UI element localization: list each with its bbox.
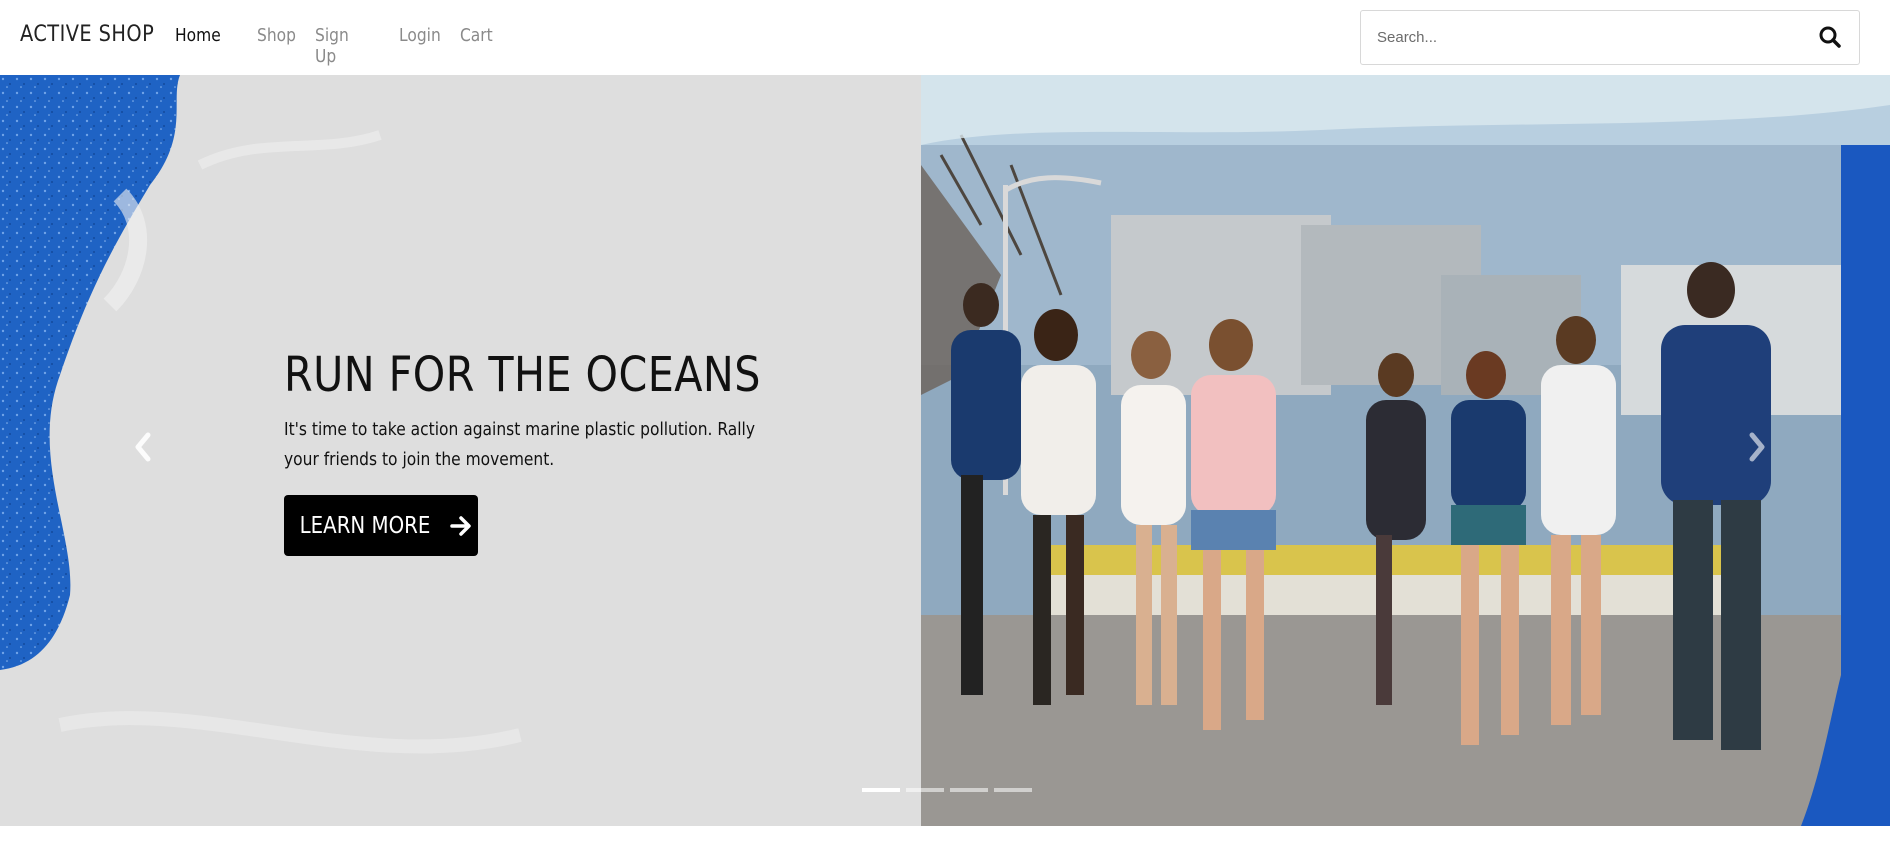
carousel-next-button[interactable]	[1742, 427, 1772, 467]
chevron-right-icon	[1749, 432, 1765, 462]
nav-link-login[interactable]: Login	[399, 25, 441, 67]
hero-carousel: RUN FOR THE OCEANS It's time to take act…	[0, 75, 1890, 826]
learn-more-label: LEARN MORE	[299, 512, 431, 539]
hero-title: RUN FOR THE OCEANS	[284, 347, 761, 403]
nav-link-sign-up[interactable]: Sign Up	[315, 25, 370, 67]
carousel-indicator-1[interactable]	[862, 788, 900, 792]
search-box	[1360, 10, 1860, 65]
nav-link-cart[interactable]: Cart	[460, 25, 493, 67]
brand-logo[interactable]: ACTIVE SHOP	[20, 22, 154, 47]
arrow-right-icon	[450, 515, 471, 536]
carousel-indicator-2[interactable]	[906, 788, 944, 792]
nav-link-home[interactable]: Home	[175, 25, 228, 67]
carousel-indicator-4[interactable]	[994, 788, 1032, 792]
carousel-prev-button[interactable]	[128, 427, 158, 467]
learn-more-button[interactable]: LEARN MORE	[284, 495, 478, 556]
search-icon	[1819, 26, 1841, 48]
search-button[interactable]	[1815, 23, 1845, 53]
top-navbar: ACTIVE SHOP Home Shop Sign Up Login Cart	[0, 0, 1890, 75]
search-input[interactable]	[1377, 11, 1797, 64]
carousel-indicators	[862, 788, 1032, 792]
carousel-indicator-3[interactable]	[950, 788, 988, 792]
chevron-left-icon	[135, 432, 151, 462]
hero-description: It's time to take action against marine …	[284, 419, 756, 470]
nav-link-shop[interactable]: Shop	[257, 25, 296, 67]
nav-links: Home Shop Sign Up Login Cart	[175, 25, 518, 67]
